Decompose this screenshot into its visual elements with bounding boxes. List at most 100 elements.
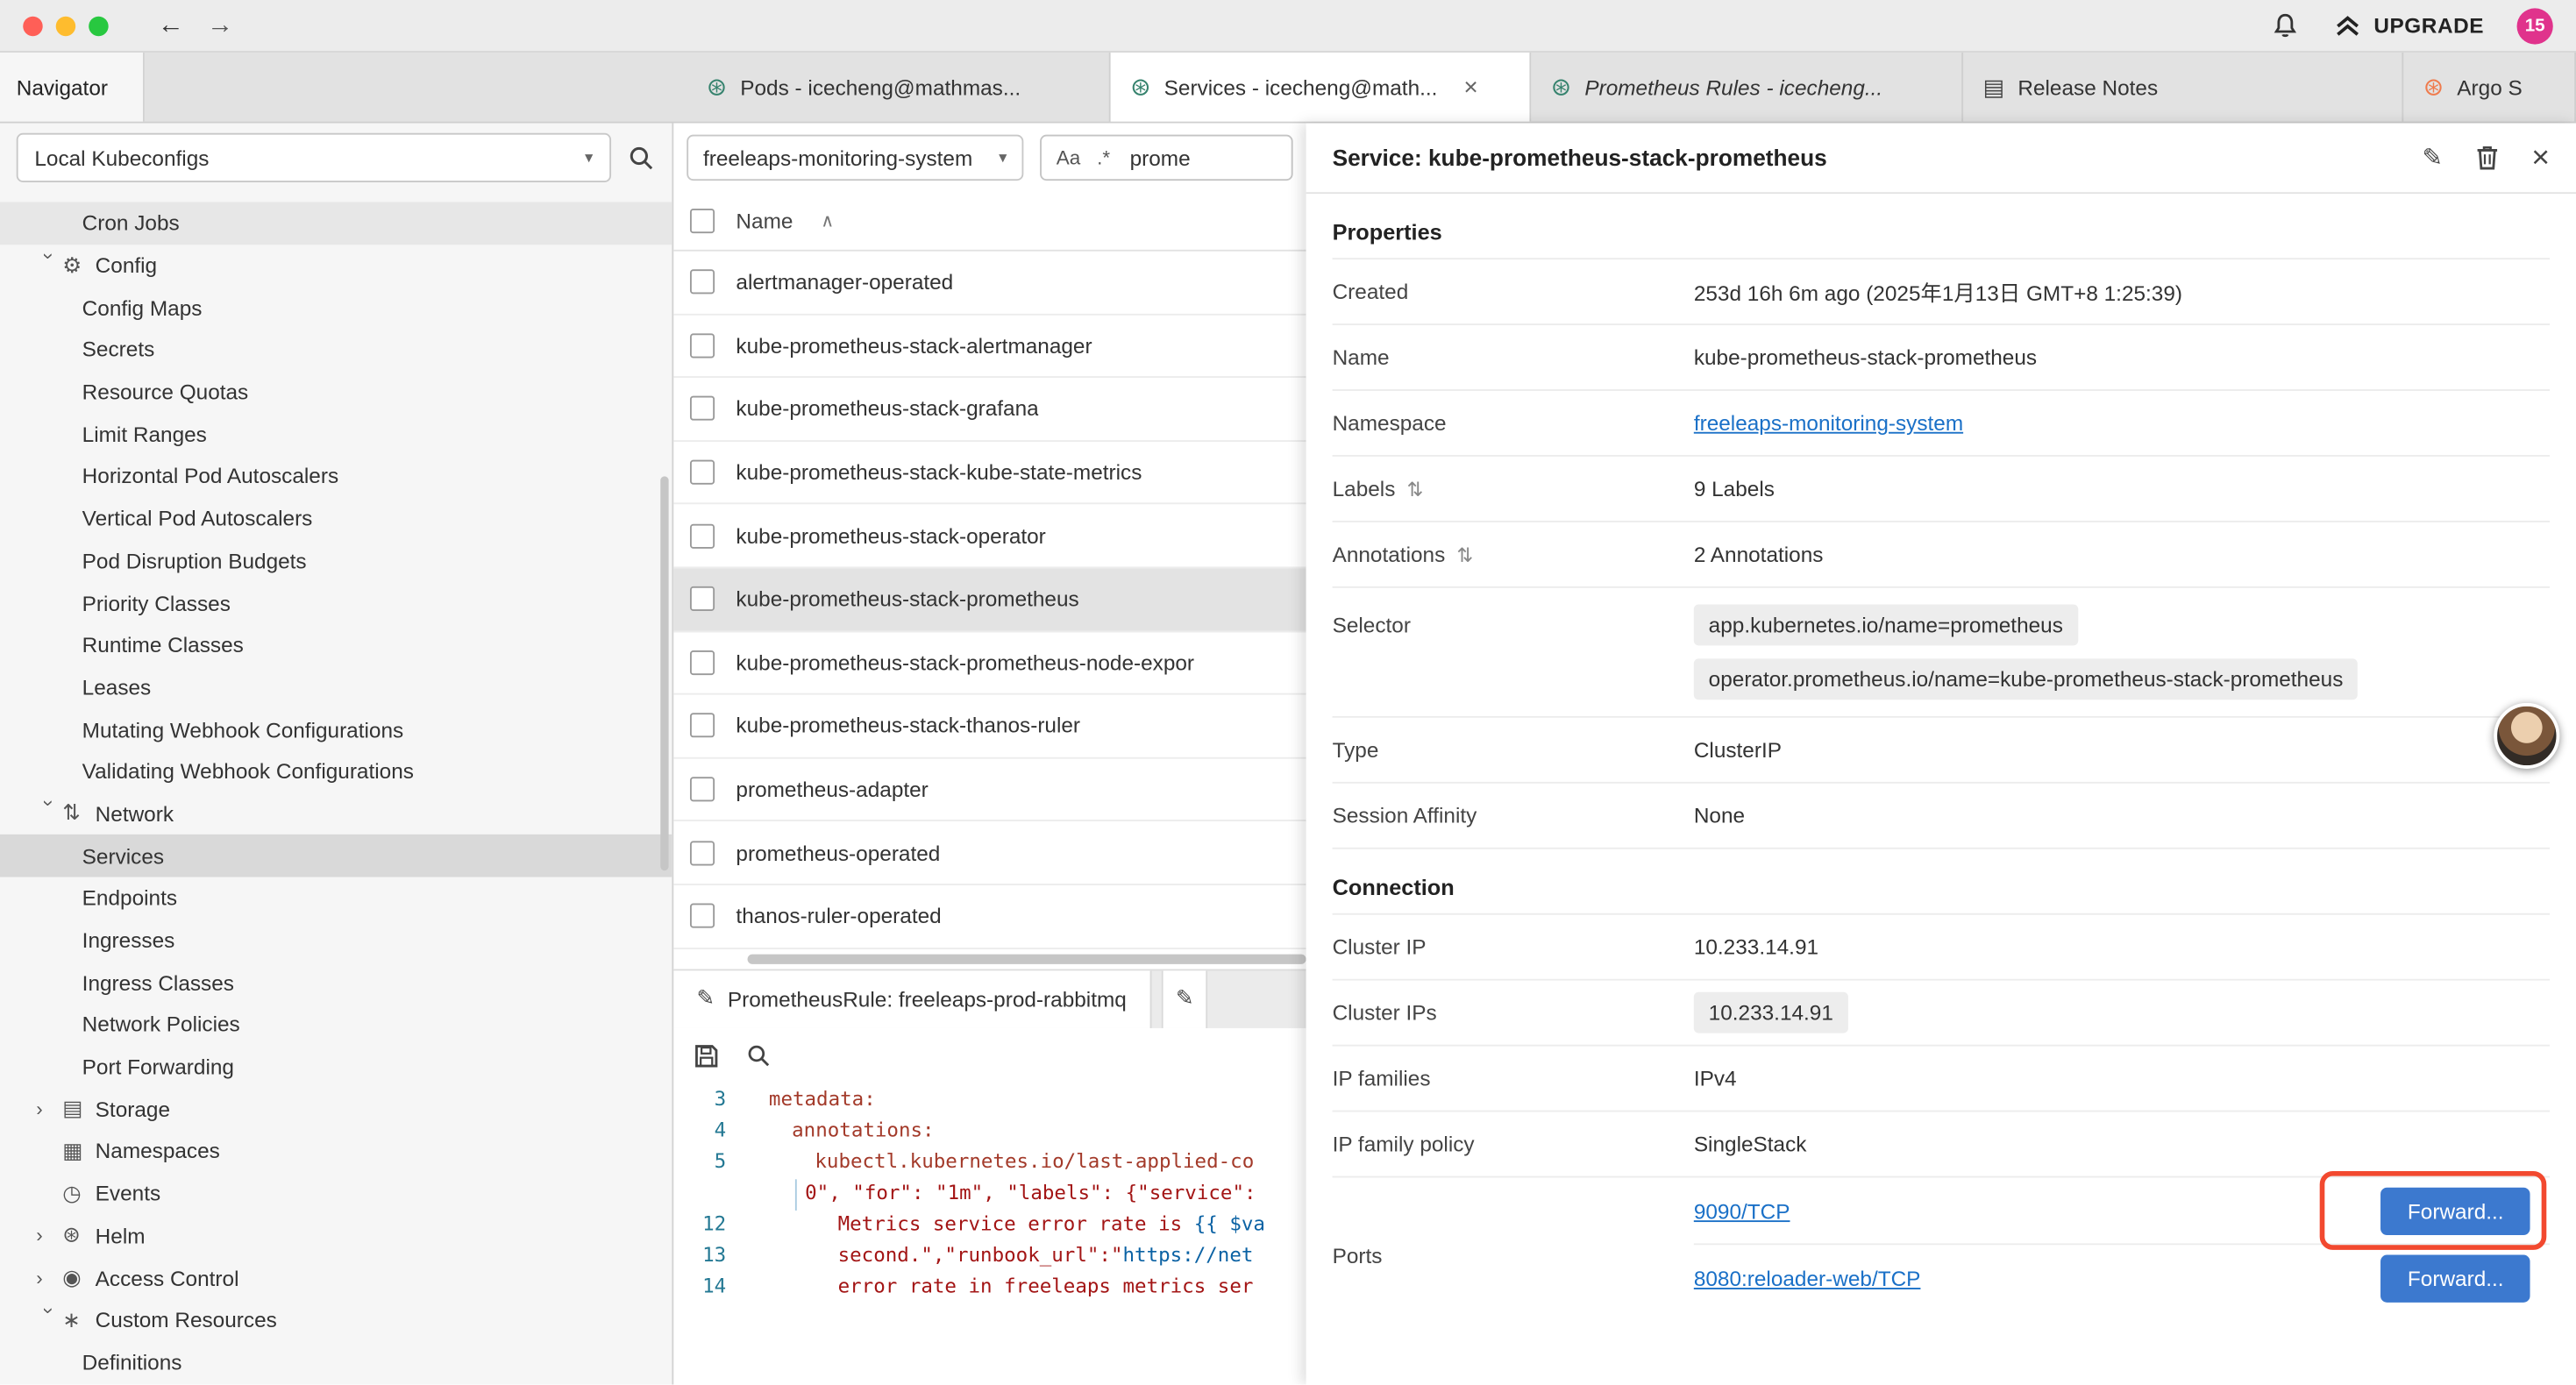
namespace-link[interactable]: freeleaps-monitoring-system: [1694, 410, 1963, 435]
row-checkbox[interactable]: [690, 586, 715, 611]
search-input[interactable]: [1127, 144, 1249, 172]
horizontal-scrollbar[interactable]: [673, 948, 1306, 968]
sidebar-group-storage[interactable]: › ▤ Storage: [0, 1088, 672, 1130]
table-row[interactable]: kube-prometheus-stack-thanos-ruler: [673, 695, 1306, 758]
save-icon[interactable]: [694, 1042, 720, 1069]
name-column-header[interactable]: Name: [736, 209, 793, 233]
sidebar-item-config-maps[interactable]: Config Maps: [0, 287, 672, 329]
table-row[interactable]: thanos-ruler-operated: [673, 885, 1306, 948]
tab-release-notes[interactable]: ▤ Release Notes: [1963, 53, 2403, 122]
forward-button[interactable]: Forward...: [2381, 1255, 2530, 1303]
close-tab-icon[interactable]: ×: [1463, 73, 1477, 101]
sidebar-group-network[interactable]: › ⇅ Network: [0, 792, 672, 835]
sidebar-item-cron-jobs[interactable]: Cron Jobs: [0, 202, 672, 244]
assistant-avatar[interactable]: [2494, 703, 2559, 769]
sidebar-item-secrets[interactable]: Secrets: [0, 329, 672, 371]
port-link[interactable]: 9090/TCP: [1694, 1198, 1790, 1223]
table-row[interactable]: alertmanager-operated: [673, 252, 1306, 315]
kubeconfig-selector[interactable]: Local Kubeconfigs ▾: [17, 133, 611, 182]
row-checkbox[interactable]: [690, 650, 715, 675]
row-checkbox[interactable]: [690, 396, 715, 421]
sidebar-item-namespaces[interactable]: ▦ Namespaces: [0, 1130, 672, 1172]
sidebar-item-vertical-pod-autoscalers[interactable]: Vertical Pod Autoscalers: [0, 497, 672, 539]
forward-button[interactable]: →: [207, 11, 233, 40]
sidebar-item-leases[interactable]: Leases: [0, 666, 672, 708]
sidebar-item-limit-ranges[interactable]: Limit Ranges: [0, 413, 672, 455]
scrollbar-thumb[interactable]: [748, 954, 1306, 963]
sidebar-item-definitions[interactable]: Definitions: [0, 1341, 672, 1383]
tab-services[interactable]: ⊛ Services - icecheng@math... ×: [1111, 53, 1532, 122]
table-row[interactable]: prometheus-operated: [673, 822, 1306, 885]
row-checkbox[interactable]: [690, 904, 715, 928]
yaml-editor[interactable]: 3metadata: 4annotations: 5kubectl.kubern…: [673, 1083, 1306, 1385]
tab-argo[interactable]: ⊛ Argo S: [2403, 53, 2576, 122]
dock-tab-partial[interactable]: ✎: [1161, 970, 1206, 1027]
expand-toggle-icon[interactable]: ⇅: [1406, 477, 1423, 500]
table-row[interactable]: kube-prometheus-stack-alertmanager: [673, 315, 1306, 378]
sidebar-item-runtime-classes[interactable]: Runtime Classes: [0, 624, 672, 666]
sidebar-item-port-forwarding[interactable]: Port Forwarding: [0, 1046, 672, 1088]
expand-toggle-icon[interactable]: ⇅: [1456, 543, 1473, 565]
sidebar-group-custom-resources[interactable]: › ∗ Custom Resources: [0, 1299, 672, 1341]
tab-pods[interactable]: ⊛ Pods - icecheng@mathmas...: [687, 53, 1110, 122]
table-row[interactable]: kube-prometheus-stack-grafana: [673, 378, 1306, 441]
table-row[interactable]: kube-prometheus-stack-prometheus-node-ex…: [673, 632, 1306, 695]
sidebar-group-helm[interactable]: › ⊛ Helm: [0, 1215, 672, 1257]
sidebar-item-priority-classes[interactable]: Priority Classes: [0, 582, 672, 624]
sidebar-group-access-control[interactable]: › ◉ Access Control: [0, 1257, 672, 1299]
row-checkbox[interactable]: [690, 714, 715, 738]
table-row[interactable]: kube-prometheus-stack-kube-state-metrics: [673, 442, 1306, 505]
upgrade-button[interactable]: UPGRADE: [2332, 13, 2484, 38]
close-window-button[interactable]: [23, 16, 42, 35]
edit-pencil-icon[interactable]: ✎: [2422, 143, 2443, 173]
sidebar-item-events[interactable]: ◷ Events: [0, 1172, 672, 1214]
table-row-selected[interactable]: kube-prometheus-stack-prometheus: [673, 568, 1306, 631]
zoom-window-button[interactable]: [89, 16, 108, 35]
sidebar-item-ingresses[interactable]: Ingresses: [0, 920, 672, 962]
sidebar-item-pod-disruption-budgets[interactable]: Pod Disruption Budgets: [0, 540, 672, 582]
editor-toolbar: [673, 1027, 1306, 1083]
tab-prometheus-rules[interactable]: ⊛ Prometheus Rules - icecheng...: [1531, 53, 1963, 122]
match-case-toggle[interactable]: Aa: [1057, 146, 1081, 169]
sidebar-item-services[interactable]: Services: [0, 835, 672, 877]
notification-count-badge[interactable]: 15: [2517, 7, 2553, 43]
kubernetes-icon: ⊛: [707, 72, 728, 102]
row-checkbox[interactable]: [690, 333, 715, 358]
delete-trash-icon[interactable]: [2476, 145, 2499, 171]
row-checkbox[interactable]: [690, 523, 715, 548]
sidebar-item-endpoints[interactable]: Endpoints: [0, 877, 672, 920]
sort-ascending-icon[interactable]: ∧: [821, 210, 834, 231]
row-checkbox[interactable]: [690, 270, 715, 295]
dock-tab-prometheusrule[interactable]: ✎ PrometheusRule: freeleaps-prod-rabbitm…: [673, 970, 1151, 1027]
close-drawer-icon[interactable]: ×: [2531, 142, 2550, 174]
sidebar-group-config[interactable]: › ⚙ Config: [0, 245, 672, 287]
notifications-bell-icon[interactable]: [2270, 11, 2300, 40]
sidebar-item-validating-webhook-configurations[interactable]: Validating Webhook Configurations: [0, 750, 672, 792]
service-details-drawer: Service: kube-prometheus-stack-prometheu…: [1306, 124, 2576, 1385]
minimize-window-button[interactable]: [56, 16, 75, 35]
sidebar-item-ingress-classes[interactable]: Ingress Classes: [0, 962, 672, 1004]
select-all-checkbox[interactable]: [690, 209, 715, 233]
sidebar-item-network-policies[interactable]: Network Policies: [0, 1004, 672, 1046]
tab-strip: Navigator ⊛ Pods - icecheng@mathmas... ⊛…: [0, 53, 2576, 124]
row-checkbox[interactable]: [690, 460, 715, 485]
editor-search-icon[interactable]: [746, 1042, 772, 1069]
port-link[interactable]: 8080:reloader-web/TCP: [1694, 1267, 1921, 1291]
row-checkbox[interactable]: [690, 777, 715, 801]
section-title-connection: Connection: [1333, 876, 2550, 900]
sidebar-item-resource-quotas[interactable]: Resource Quotas: [0, 371, 672, 413]
table-row[interactable]: kube-prometheus-stack-operator: [673, 505, 1306, 568]
sidebar-item-mutating-webhook-configurations[interactable]: Mutating Webhook Configurations: [0, 708, 672, 750]
namespace-filter-dropdown[interactable]: freeleaps-monitoring-system ▾: [687, 135, 1023, 181]
table-row[interactable]: prometheus-adapter: [673, 758, 1306, 821]
sidebar-item-label: Ingresses: [82, 928, 175, 953]
row-checkbox[interactable]: [690, 841, 715, 865]
forward-button[interactable]: Forward...: [2381, 1187, 2530, 1234]
back-button[interactable]: ←: [158, 11, 184, 40]
list-search-box[interactable]: Aa .*: [1040, 135, 1293, 181]
sidebar-item-horizontal-pod-autoscalers[interactable]: Horizontal Pod Autoscalers: [0, 455, 672, 497]
double-chevron-up-icon: [2332, 13, 2362, 38]
sidebar-scrollbar[interactable]: [660, 476, 668, 870]
search-icon[interactable]: [628, 144, 656, 172]
regex-toggle[interactable]: .*: [1097, 146, 1110, 169]
